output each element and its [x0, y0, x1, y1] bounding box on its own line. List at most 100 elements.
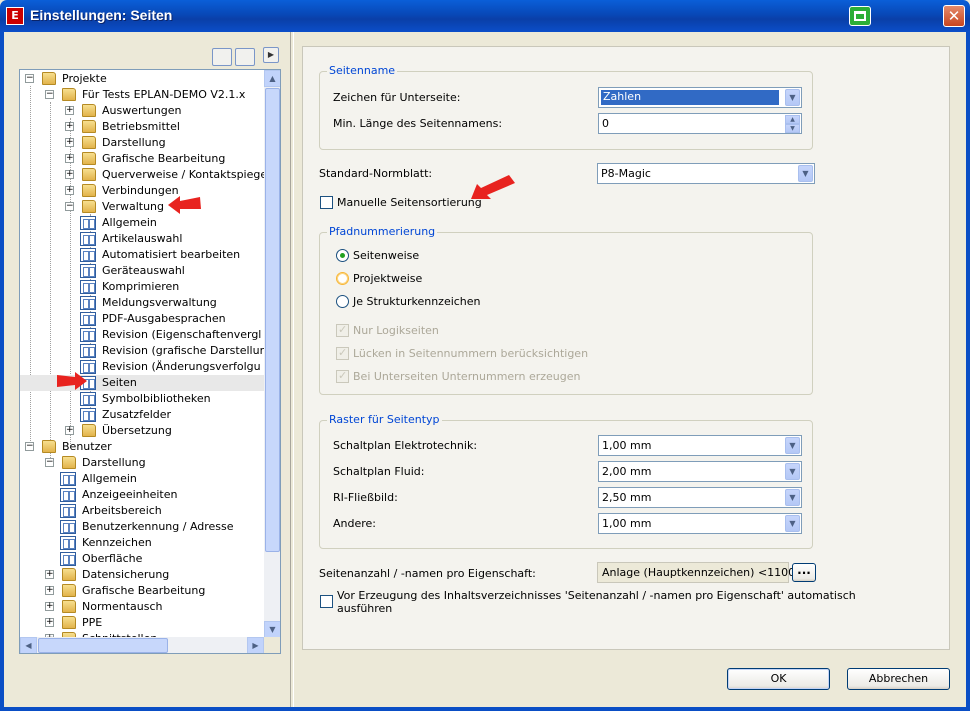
expand-icon[interactable]: + [45, 602, 54, 611]
tree-item[interactable]: + PPE [20, 615, 264, 631]
tree-item[interactable]: Anzeigeeinheiten [20, 487, 264, 503]
collapse-icon[interactable]: − [65, 202, 74, 211]
raster-combo-andere[interactable]: 1,00 mm ▼ [598, 513, 802, 534]
settings-page-icon [80, 264, 96, 278]
tree-vertical-scrollbar[interactable]: ▲ ▼ [264, 70, 280, 638]
manuelle-sortierung-checkbox[interactable] [320, 196, 333, 209]
spin-up-icon[interactable]: ▲ [785, 115, 800, 124]
tree-item[interactable]: − Benutzer [20, 439, 264, 455]
vor-erzeugung-checkbox[interactable] [320, 595, 333, 608]
tree-item[interactable]: Kennzeichen [20, 535, 264, 551]
collapse-tree-button[interactable] [212, 48, 232, 66]
tree-item[interactable]: + Querverweise / Kontaktspiegel [20, 167, 270, 183]
tree-item[interactable]: + Grafische Bearbeitung [20, 151, 264, 167]
tree-item[interactable]: Komprimieren [20, 279, 264, 295]
collapse-icon[interactable]: − [25, 442, 34, 451]
tree-item[interactable]: + Darstellung [20, 135, 264, 151]
unternummern-checkbox[interactable]: ✓ [336, 369, 349, 383]
tree-item[interactable]: + Grafische Bearbeitung [20, 583, 264, 599]
tree-item[interactable]: Arbeitsbereich [20, 503, 264, 519]
collapse-icon[interactable]: − [45, 90, 54, 99]
tree-item[interactable]: Symbolbibliotheken [20, 391, 264, 407]
scroll-right-icon[interactable]: ▶ [247, 637, 264, 653]
tree-item[interactable]: + Normentausch [20, 599, 264, 615]
tree-item[interactable]: Revision (Eigenschaftenvergl [20, 327, 264, 343]
tree-item-label: Grafische Bearbeitung [82, 584, 206, 597]
seitenanzahl-browse-button[interactable]: ... [792, 563, 816, 582]
tree-item[interactable]: + Verbindungen [20, 183, 264, 199]
expand-tree-button[interactable] [235, 48, 255, 66]
raster-combo-fluid[interactable]: 2,00 mm ▼ [598, 461, 802, 482]
normblatt-combo[interactable]: P8-Magic ▼ [597, 163, 815, 184]
scroll-thumb[interactable] [38, 638, 168, 653]
chevron-down-icon[interactable]: ▼ [785, 515, 800, 532]
close-button[interactable]: ✕ [943, 5, 965, 27]
scroll-down-icon[interactable]: ▼ [264, 621, 280, 638]
tree-item-label: Kennzeichen [82, 536, 152, 549]
expand-icon[interactable]: + [65, 426, 74, 435]
radio-je-strukturkennzeichen[interactable] [336, 295, 349, 308]
settings-tree[interactable]: − Projekte − Für Tests EPLAN-DEMO V2.1.x + Au… [19, 69, 281, 654]
tree-horizontal-scrollbar[interactable]: ◀ ▶ [20, 637, 264, 653]
chevron-down-icon[interactable]: ▼ [798, 165, 813, 182]
tree-item[interactable]: − Projekte [20, 71, 264, 87]
tree-item[interactable]: Automatisiert bearbeiten [20, 247, 264, 263]
luecken-checkbox[interactable]: ✓ [336, 346, 349, 360]
tree-item[interactable]: − Für Tests EPLAN-DEMO V2.1.x [20, 87, 264, 103]
raster-combo-ri[interactable]: 2,50 mm ▼ [598, 487, 802, 508]
raster-combo-elektro[interactable]: 1,00 mm ▼ [598, 435, 802, 456]
radio-seitenweise[interactable] [336, 249, 349, 262]
app-icon: E [6, 7, 24, 25]
tree-item[interactable]: + Übersetzung [20, 423, 264, 439]
expand-icon[interactable]: + [65, 186, 74, 195]
chevron-down-icon[interactable]: ▼ [785, 437, 800, 454]
zeichen-combo[interactable]: Zahlen ▼ [598, 87, 802, 108]
expand-icon[interactable]: + [65, 106, 74, 115]
cancel-button[interactable]: Abbrechen [847, 668, 950, 690]
expand-icon[interactable]: + [65, 154, 74, 163]
tree-item[interactable]: Geräteauswahl [20, 263, 264, 279]
radio-projektweise[interactable] [336, 272, 349, 285]
expand-icon[interactable]: + [65, 122, 74, 131]
collapse-icon[interactable]: − [45, 458, 54, 467]
settings-page-icon [80, 280, 96, 294]
window-frame-bottom [0, 707, 970, 711]
pane-splitter[interactable] [290, 32, 294, 707]
spin-down-icon[interactable]: ▼ [785, 124, 800, 133]
tree-item[interactable]: − Darstellung [20, 455, 264, 471]
tree-item-label: Verwaltung [102, 200, 164, 213]
settings-export-icon[interactable] [849, 6, 871, 26]
chevron-down-icon[interactable]: ▼ [785, 489, 800, 506]
expand-icon[interactable]: + [45, 618, 54, 627]
chevron-down-icon[interactable]: ▼ [785, 463, 800, 480]
nur-logikseiten-checkbox[interactable]: ✓ [336, 323, 349, 337]
tree-item[interactable]: Allgemein [20, 471, 264, 487]
min-laenge-spinner[interactable]: 0 ▲ ▼ [598, 113, 802, 134]
tree-item-label: Komprimieren [102, 280, 180, 293]
expand-icon[interactable]: + [45, 586, 54, 595]
tree-item[interactable]: Zusatzfelder [20, 407, 264, 423]
tree-item[interactable]: − Verwaltung [20, 199, 264, 215]
expand-icon[interactable]: + [65, 170, 74, 179]
tree-item[interactable]: Artikelauswahl [20, 231, 264, 247]
collapse-icon[interactable]: − [25, 74, 34, 83]
play-icon[interactable]: ▶ [263, 47, 279, 63]
expand-icon[interactable]: + [65, 138, 74, 147]
tree-item[interactable]: Allgemein [20, 215, 264, 231]
tree-item[interactable]: + Datensicherung [20, 567, 264, 583]
expand-icon[interactable]: + [45, 570, 54, 579]
tree-item[interactable]: Benutzerkennung / Adresse [20, 519, 264, 535]
scroll-left-icon[interactable]: ◀ [20, 637, 37, 653]
tree-item[interactable]: + Auswertungen [20, 103, 264, 119]
scroll-thumb[interactable] [265, 88, 280, 552]
chevron-down-icon[interactable]: ▼ [785, 89, 800, 106]
tree-item[interactable]: PDF-Ausgabesprachen [20, 311, 264, 327]
ok-button[interactable]: OK [727, 668, 830, 690]
raster-value-fluid: 2,00 mm [602, 465, 652, 478]
tree-item[interactable]: Revision (grafische Darstellur [20, 343, 264, 359]
scroll-up-icon[interactable]: ▲ [264, 70, 280, 87]
zeichen-value: Zahlen [601, 90, 779, 105]
tree-item[interactable]: + Betriebsmittel [20, 119, 264, 135]
tree-item[interactable]: Oberfläche [20, 551, 264, 567]
tree-item[interactable]: Meldungsverwaltung [20, 295, 264, 311]
